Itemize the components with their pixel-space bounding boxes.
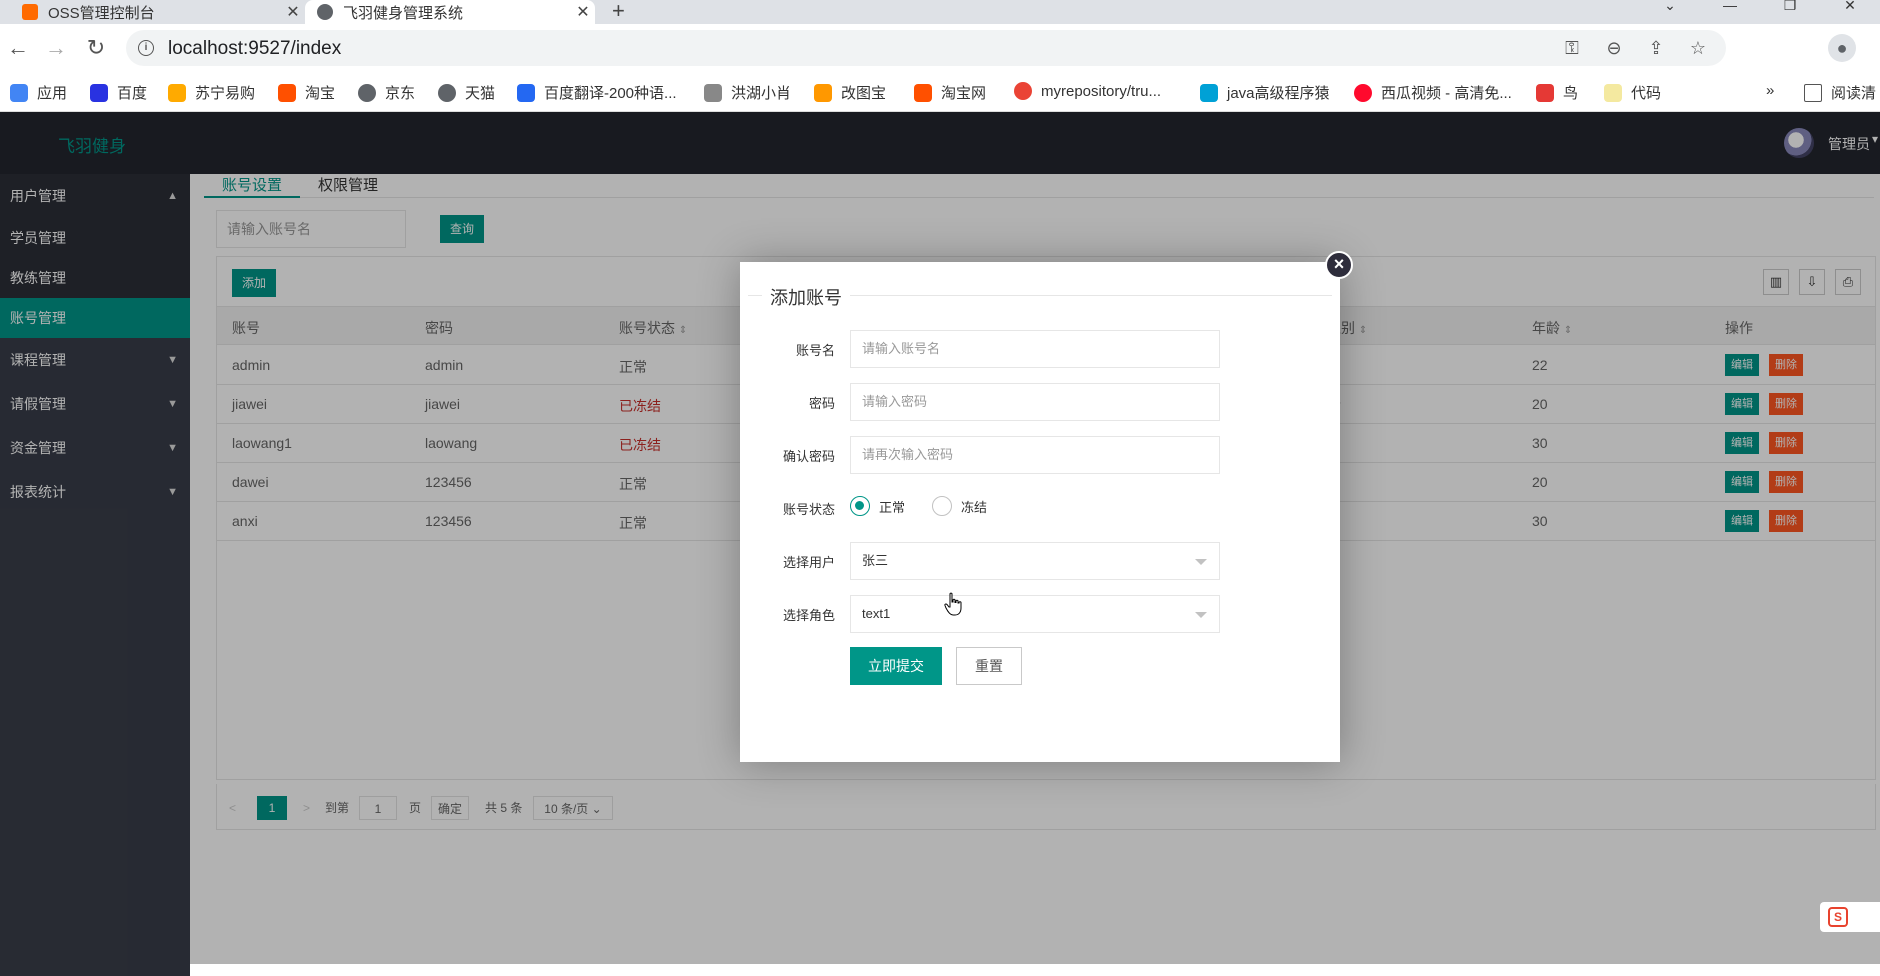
add-account-dialog: 添加账号 账号名 请输入账号名 密码 请输入密码 确认密码 请再次输入密码 账号… xyxy=(740,262,1340,762)
baidu-icon xyxy=(90,83,108,102)
close-window-icon[interactable]: ✕ xyxy=(1820,0,1880,24)
taobao-icon xyxy=(914,83,932,102)
bookmark-item[interactable]: 应用 xyxy=(10,82,67,103)
browser-tab-active[interactable]: 飞羽健身管理系统 ✕ xyxy=(305,0,595,24)
globe-icon xyxy=(317,4,333,20)
radio-checked-icon xyxy=(850,496,870,516)
hand-cursor-icon xyxy=(944,592,962,616)
bird-icon xyxy=(1536,83,1554,102)
site-icon xyxy=(814,83,832,102)
apps-icon xyxy=(10,83,28,102)
new-tab-icon[interactable]: + xyxy=(612,0,625,24)
reading-list[interactable]: 阅读清 xyxy=(1804,82,1876,103)
bookmarks-more[interactable]: » xyxy=(1766,82,1774,99)
bookmark-item[interactable]: 京东 xyxy=(358,82,415,103)
bookmark-item[interactable]: 淘宝网 xyxy=(914,82,986,103)
sogou-icon: S xyxy=(1828,907,1848,927)
caret-down-icon xyxy=(1195,559,1207,565)
star-icon[interactable]: ☆ xyxy=(1688,38,1708,59)
reset-button[interactable]: 重置 xyxy=(956,647,1022,685)
suning-icon xyxy=(168,83,186,102)
url-field[interactable]: i localhost:9527/index ⚿ ⊖ ⇪ ☆ xyxy=(126,30,1726,66)
dialog-title: 添加账号 xyxy=(762,284,850,310)
status-label: 账号状态 xyxy=(782,502,835,517)
bookmark-item[interactable]: 苏宁易购 xyxy=(168,82,255,103)
globe-icon xyxy=(358,83,376,102)
info-icon[interactable]: i xyxy=(138,40,154,56)
bookmark-item[interactable]: myrepository/tru... xyxy=(1014,82,1161,100)
window-controls: ⌄ — ❐ ✕ xyxy=(1640,0,1880,24)
password-label: 密码 xyxy=(808,396,835,411)
bookmark-item[interactable]: 鸟 xyxy=(1536,82,1578,103)
zoom-icon[interactable]: ⊖ xyxy=(1604,38,1624,59)
role-select[interactable]: text1 xyxy=(850,595,1220,633)
close-icon[interactable]: ✕ xyxy=(571,2,595,22)
folder-icon xyxy=(1604,83,1622,102)
password-input[interactable]: 请输入密码 xyxy=(850,383,1220,421)
bilibili-icon xyxy=(1200,83,1218,102)
site-icon xyxy=(704,83,722,102)
close-icon[interactable]: ✕ xyxy=(281,2,305,22)
browser-tab-oss[interactable]: OSS管理控制台 ✕ xyxy=(10,0,305,24)
bookmark-item[interactable]: 代码 xyxy=(1604,82,1661,103)
translate-icon xyxy=(517,83,535,102)
address-bar: ← → ↻ i localhost:9527/index ⚿ ⊖ ⇪ ☆ xyxy=(0,24,1880,72)
bookmarks-bar: 应用 百度 苏宁易购 淘宝 京东 天猫 百度翻译-200种语... 洪湖小肖 改… xyxy=(0,72,1880,112)
bookmark-item[interactable]: 洪湖小肖 xyxy=(704,82,791,103)
floating-tool[interactable]: S xyxy=(1820,902,1880,932)
share-icon[interactable]: ⇪ xyxy=(1646,38,1666,59)
role-select-label: 选择角色 xyxy=(782,608,835,623)
account-input[interactable]: 请输入账号名 xyxy=(850,330,1220,368)
confirm-password-label: 确认密码 xyxy=(782,449,835,464)
taobao-icon xyxy=(278,83,296,102)
close-icon[interactable]: × xyxy=(1325,251,1353,279)
page-bottom xyxy=(190,964,1880,976)
account-label: 账号名 xyxy=(795,343,835,358)
bookmark-item[interactable]: 天猫 xyxy=(438,82,495,103)
status-radio-normal[interactable]: 正常 xyxy=(850,496,905,516)
bookmark-item[interactable]: 百度 xyxy=(90,82,147,103)
url-text[interactable]: localhost:9527/index xyxy=(168,38,341,60)
bookmark-item[interactable]: 改图宝 xyxy=(814,82,886,103)
key-icon[interactable]: ⚿ xyxy=(1562,38,1582,59)
user-select-label: 选择用户 xyxy=(782,555,835,570)
bookmark-item[interactable]: 西瓜视频 - 高清免... xyxy=(1354,82,1512,103)
submit-button[interactable]: 立即提交 xyxy=(850,647,942,685)
user-select[interactable]: 张三 xyxy=(850,542,1220,580)
omnibox-actions: ⚿ ⊖ ⇪ ☆ xyxy=(1562,38,1708,59)
bookmark-item[interactable]: 百度翻译-200种语... xyxy=(517,82,677,103)
tab-title: 飞羽健身管理系统 xyxy=(343,4,464,22)
browser-tabbar: OSS管理控制台 ✕ 飞羽健身管理系统 ✕ + ⌄ — ❐ ✕ xyxy=(0,0,1880,24)
chevron-down-icon[interactable]: ⌄ xyxy=(1640,0,1700,24)
restore-icon[interactable]: ❐ xyxy=(1760,0,1820,24)
reading-list-icon xyxy=(1804,83,1822,102)
bookmark-item[interactable]: 淘宝 xyxy=(278,82,335,103)
globe-icon xyxy=(438,83,456,102)
back-icon[interactable]: ← xyxy=(6,36,30,60)
radio-unchecked-icon xyxy=(932,496,952,516)
video-icon xyxy=(1354,83,1372,102)
status-radio-frozen[interactable]: 冻结 xyxy=(932,496,987,516)
chrome-icon xyxy=(1014,82,1032,100)
caret-down-icon xyxy=(1195,612,1207,618)
confirm-password-input[interactable]: 请再次输入密码 xyxy=(850,436,1220,474)
bookmark-item[interactable]: java高级程序猿 xyxy=(1200,82,1330,103)
forward-icon[interactable]: → xyxy=(44,36,68,60)
profile-icon[interactable]: ● xyxy=(1828,34,1856,62)
minimize-icon[interactable]: — xyxy=(1700,0,1760,24)
tab-title: OSS管理控制台 xyxy=(48,4,155,22)
oss-icon xyxy=(22,4,38,20)
reload-icon[interactable]: ↻ xyxy=(84,36,108,60)
